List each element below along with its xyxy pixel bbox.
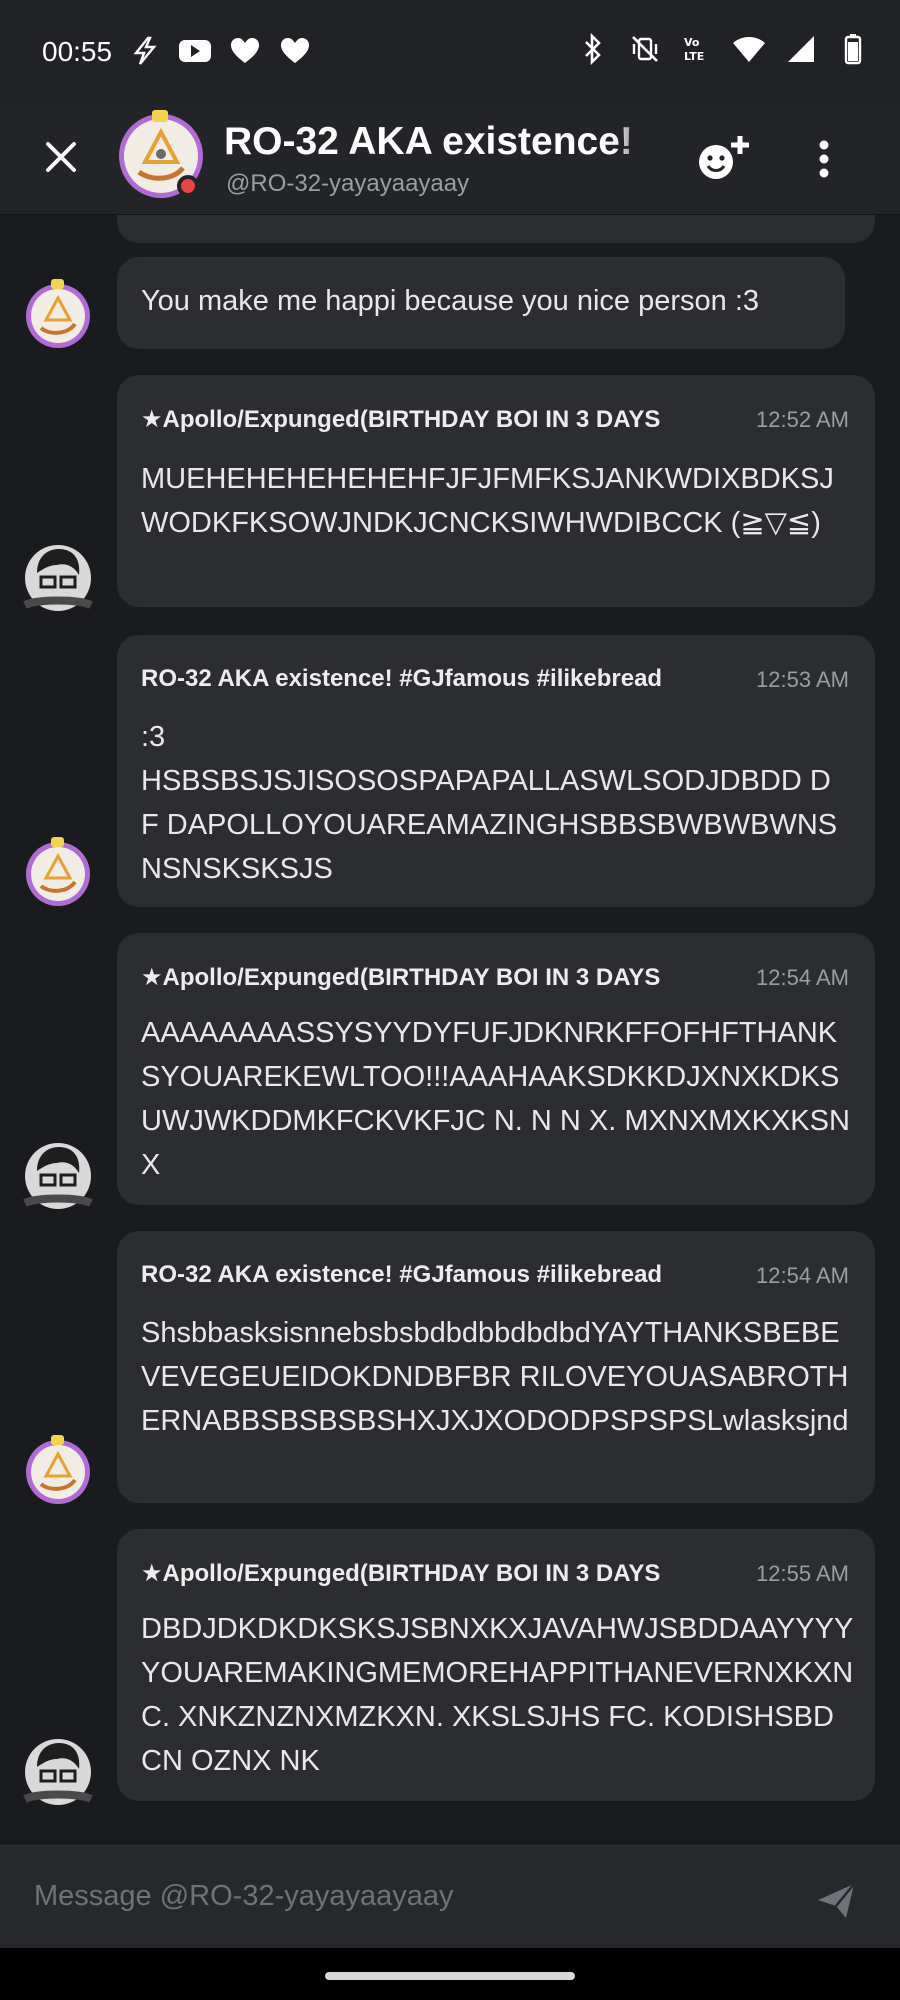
volte-icon: Vo LTE bbox=[680, 32, 714, 66]
send-button[interactable] bbox=[814, 1878, 858, 1922]
message-text: AAAAAAAASSYSYYDYFUFJDKNRKFFOFHFTHANKSYOU… bbox=[141, 1017, 850, 1181]
heart-icon bbox=[278, 34, 312, 68]
more-options-button[interactable] bbox=[802, 134, 846, 184]
message-timestamp: 12:55 AM bbox=[756, 1561, 849, 1586]
message-composer bbox=[0, 1845, 900, 1949]
close-button[interactable] bbox=[36, 132, 86, 182]
notification-icons bbox=[128, 34, 312, 68]
message-bubble-partial bbox=[117, 215, 875, 243]
send-icon bbox=[818, 1883, 855, 1918]
message-input[interactable] bbox=[32, 1870, 776, 1922]
message-author[interactable]: RO-32 AKA existence! #GJfamous #ilikebre… bbox=[141, 1261, 721, 1289]
message-bubble[interactable]: ★Apollo/Expunged(BIRTHDAY BOI IN 3 DAYS … bbox=[117, 375, 875, 607]
youtube-icon bbox=[178, 34, 212, 68]
add-friend-icon bbox=[699, 136, 749, 179]
message-text: DBDJDKDKDKSKSJSBNXKXJAVAHWJSBDDAAYYYYYOU… bbox=[141, 1613, 854, 1777]
message-header: ★Apollo/Expunged(BIRTHDAY BOI IN 3 DAYS … bbox=[141, 405, 851, 439]
message-author[interactable]: ★Apollo/Expunged(BIRTHDAY BOI IN 3 DAYS bbox=[141, 963, 721, 992]
message-timestamp: 12:54 AM bbox=[756, 1263, 849, 1288]
dm-header: RO-32 AKA existence! @RO-32-yayayaayaay bbox=[0, 104, 900, 215]
wifi-icon bbox=[732, 32, 766, 66]
message-bubble[interactable]: RO-32 AKA existence! #GJfamous #ilikebre… bbox=[117, 1231, 875, 1503]
svg-text:Vo: Vo bbox=[684, 36, 700, 49]
status-time: 00:55 bbox=[42, 36, 113, 67]
message-timestamp: 12:52 AM bbox=[756, 407, 849, 432]
message-bubble[interactable]: ★Apollo/Expunged(BIRTHDAY BOI IN 3 DAYS … bbox=[117, 1529, 875, 1801]
status-bar: 00:55 Vo LTE bbox=[0, 0, 900, 104]
vibrate-off-icon bbox=[628, 32, 662, 66]
page-title: RO-32 AKA existence! bbox=[224, 120, 654, 164]
header-avatar[interactable] bbox=[115, 110, 207, 202]
bolt-icon bbox=[128, 34, 162, 68]
ro32-avatar[interactable] bbox=[23, 279, 93, 349]
ro32-avatar[interactable] bbox=[23, 837, 93, 907]
apollo-avatar[interactable] bbox=[23, 543, 93, 613]
battery-icon bbox=[836, 32, 870, 66]
message-bubble[interactable]: ★Apollo/Expunged(BIRTHDAY BOI IN 3 DAYS … bbox=[117, 933, 875, 1205]
bluetooth-icon bbox=[576, 32, 610, 66]
message-header: ★Apollo/Expunged(BIRTHDAY BOI IN 3 DAYS … bbox=[141, 1559, 851, 1593]
message-author[interactable]: ★Apollo/Expunged(BIRTHDAY BOI IN 3 DAYS bbox=[141, 405, 721, 434]
svg-text:LTE: LTE bbox=[684, 50, 704, 63]
message-header: RO-32 AKA existence! #GJfamous #ilikebre… bbox=[141, 1261, 851, 1295]
gesture-nav-bar bbox=[0, 1948, 900, 2000]
home-gesture-handle[interactable] bbox=[325, 1972, 575, 1980]
close-icon bbox=[46, 142, 76, 172]
ro32-avatar[interactable] bbox=[23, 1435, 93, 1505]
header-username: @RO-32-yayayaayaay bbox=[226, 170, 470, 197]
heart-icon bbox=[228, 34, 262, 68]
status-dot bbox=[177, 175, 199, 197]
signal-icon bbox=[784, 32, 818, 66]
more-vertical-icon bbox=[819, 140, 829, 178]
message-list[interactable]: You make me happi because you nice perso… bbox=[0, 215, 900, 1845]
message-text: MUEHEHEHEHEHEHFJFJFMFKSJANKWDIXBDKSJWODK… bbox=[141, 463, 834, 539]
message-author[interactable]: RO-32 AKA existence! #GJfamous #ilikebre… bbox=[141, 665, 721, 693]
message-bubble[interactable]: You make me happi because you nice perso… bbox=[117, 257, 845, 349]
message-text: ShsbbasksisnnebsbsbdbdbbdbdbdYAYTHANKSBE… bbox=[141, 1317, 849, 1437]
message-author[interactable]: ★Apollo/Expunged(BIRTHDAY BOI IN 3 DAYS bbox=[141, 1559, 721, 1588]
message-header: RO-32 AKA existence! #GJfamous #ilikebre… bbox=[141, 665, 851, 699]
message-text: You make me happi because you nice perso… bbox=[141, 285, 760, 317]
message-timestamp: 12:53 AM bbox=[756, 667, 849, 692]
message-text: :3 HSBSBSJSJISOSOSPAPAPALLASWLSODJDBDD D… bbox=[141, 721, 838, 885]
add-friend-button[interactable] bbox=[694, 132, 752, 184]
apollo-avatar[interactable] bbox=[23, 1737, 93, 1807]
message-header: ★Apollo/Expunged(BIRTHDAY BOI IN 3 DAYS … bbox=[141, 963, 851, 997]
apollo-avatar[interactable] bbox=[23, 1141, 93, 1211]
message-timestamp: 12:54 AM bbox=[756, 965, 849, 990]
message-bubble[interactable]: RO-32 AKA existence! #GJfamous #ilikebre… bbox=[117, 635, 875, 907]
system-icons: Vo LTE bbox=[576, 32, 870, 66]
